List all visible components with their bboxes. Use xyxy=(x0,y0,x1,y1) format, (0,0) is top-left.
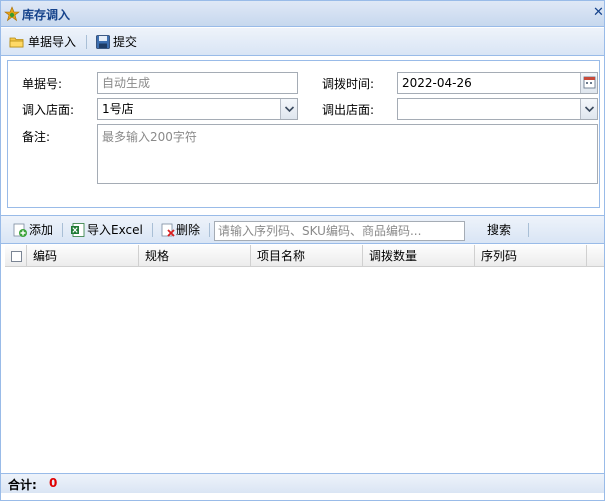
total-label: 合计: xyxy=(8,478,37,492)
delete-label: 删除 xyxy=(176,223,201,237)
stock-transfer-in-window: 库存调入 ✕ 单据导入 提交 单据号: 自动生成 调拨时间: 2022-04-2… xyxy=(0,0,605,501)
title-bar: 库存调入 ✕ xyxy=(1,1,604,27)
search-label: 搜索 xyxy=(487,223,512,237)
chevron-down-icon[interactable] xyxy=(280,99,297,119)
grid-body xyxy=(5,268,604,473)
doc-no-label: 单据号: xyxy=(22,77,63,91)
submit-label: 提交 xyxy=(113,35,138,49)
select-all-checkbox[interactable] xyxy=(11,251,22,262)
add-button[interactable]: 添加 xyxy=(12,220,56,240)
import-excel-label: 导入Excel xyxy=(87,223,143,237)
grid-toolbar: 添加 导入Excel 删除 请输入序列码、SKU编码、商品编码... 搜索 xyxy=(1,216,604,244)
search-button[interactable]: 搜索 xyxy=(487,220,515,240)
transfer-date-field[interactable]: 2022-04-26 xyxy=(397,72,598,94)
window-title: 库存调入 xyxy=(22,8,71,22)
delete-icon xyxy=(161,223,175,237)
column-header[interactable]: 序列码 xyxy=(475,245,587,267)
in-store-value: 1号店 xyxy=(102,102,134,116)
calendar-icon[interactable] xyxy=(580,73,597,93)
summary-bar: 合计: 0 xyxy=(1,473,604,493)
excel-icon xyxy=(71,223,85,237)
search-input[interactable]: 请输入序列码、SKU编码、商品编码... xyxy=(214,221,465,241)
submit-button[interactable]: 提交 xyxy=(95,32,139,52)
items-grid-panel: 添加 导入Excel 删除 请输入序列码、SKU编码、商品编码... 搜索 编码… xyxy=(1,215,604,500)
column-header[interactable]: 编码 xyxy=(27,245,139,267)
close-icon[interactable]: ✕ xyxy=(593,5,605,21)
toolbar-divider xyxy=(209,223,210,237)
select-all-cell xyxy=(5,245,27,267)
toolbar-divider xyxy=(152,223,153,237)
import-doc-label: 单据导入 xyxy=(28,35,77,49)
form-panel: 单据号: 自动生成 调拨时间: 2022-04-26 调入店面: 1号店 调出店… xyxy=(7,60,600,208)
out-store-select[interactable] xyxy=(397,98,598,120)
add-icon xyxy=(13,223,27,237)
add-label: 添加 xyxy=(29,223,54,237)
total-value: 0 xyxy=(49,476,58,490)
app-icon xyxy=(4,6,20,22)
out-store-label: 调出店面: xyxy=(322,103,375,117)
remark-textarea[interactable]: 最多输入200字符 xyxy=(97,124,598,184)
column-header[interactable]: 调拨数量 xyxy=(363,245,475,267)
toolbar-divider xyxy=(62,223,63,237)
transfer-time-label: 调拨时间: xyxy=(322,77,375,91)
in-store-label: 调入店面: xyxy=(22,103,75,117)
transfer-date-value: 2022-04-26 xyxy=(402,76,472,90)
folder-icon xyxy=(9,37,24,48)
main-toolbar: 单据导入 提交 xyxy=(1,28,604,56)
delete-button[interactable]: 删除 xyxy=(160,220,204,240)
toolbar-divider xyxy=(528,223,529,237)
in-store-select[interactable]: 1号店 xyxy=(97,98,298,120)
remark-label: 备注: xyxy=(22,130,51,144)
chevron-down-icon[interactable] xyxy=(580,99,597,119)
import-excel-button[interactable]: 导入Excel xyxy=(70,220,144,240)
import-doc-button[interactable]: 单据导入 xyxy=(9,32,79,52)
doc-no-field[interactable]: 自动生成 xyxy=(97,72,298,94)
column-header[interactable]: 项目名称 xyxy=(251,245,363,267)
column-header[interactable]: 规格 xyxy=(139,245,251,267)
grid-header: 编码 规格 项目名称 调拨数量 序列码 xyxy=(5,245,604,267)
toolbar-divider xyxy=(86,35,87,49)
save-icon xyxy=(96,35,110,49)
